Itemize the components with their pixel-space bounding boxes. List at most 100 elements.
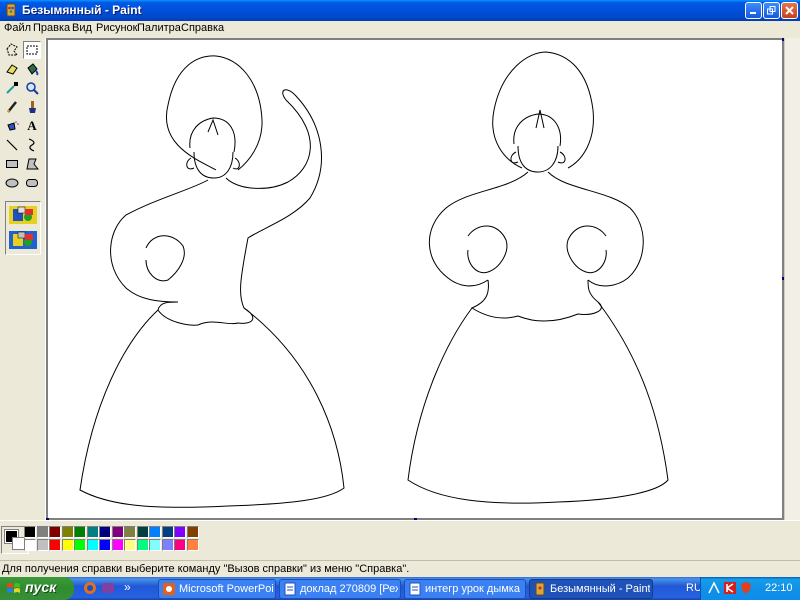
taskbar: пуск » Microsoft PowerPoint ... доклад 2…	[0, 577, 800, 600]
restore-icon	[767, 6, 776, 15]
color-swatch[interactable]	[74, 539, 86, 551]
task-powerpoint[interactable]: Microsoft PowerPoint ...	[158, 579, 276, 599]
menu-help[interactable]: Справка	[181, 22, 224, 34]
clock[interactable]: 22:10	[765, 582, 793, 594]
quicklaunch-chevron[interactable]: »	[124, 580, 131, 594]
color-swatch[interactable]	[174, 526, 186, 538]
color-swatch[interactable]	[136, 539, 149, 551]
color-swatch[interactable]	[24, 539, 36, 551]
airbrush-icon	[7, 121, 19, 131]
opaque-selection-icon	[9, 206, 37, 224]
magnifier-tool[interactable]	[23, 79, 41, 97]
color-swatch[interactable]	[111, 526, 124, 538]
window-title: Безымянный - Paint	[22, 3, 142, 17]
color-swatch[interactable]	[111, 539, 124, 551]
color-swatch[interactable]	[86, 526, 99, 538]
ellipse-tool[interactable]	[3, 174, 21, 192]
color-swatch[interactable]	[174, 539, 186, 551]
menu-file[interactable]: Файл	[4, 22, 31, 34]
color-swatch[interactable]	[24, 526, 36, 538]
powerpoint-icon	[163, 583, 175, 595]
eraser-tool[interactable]	[3, 60, 21, 78]
polygon-tool[interactable]	[23, 155, 41, 173]
system-tray: 22:10	[700, 577, 800, 600]
color-palette-bar	[0, 520, 800, 560]
task-label: Безымянный - Paint	[550, 583, 650, 595]
close-button[interactable]	[781, 2, 798, 19]
color-swatch[interactable]	[149, 539, 161, 551]
free-select-tool[interactable]	[3, 41, 21, 59]
transparent-selection-icon	[9, 231, 37, 249]
status-bar: Для получения справки выберите команду "…	[0, 560, 800, 577]
rect-select-icon	[26, 45, 38, 55]
minimize-button[interactable]	[745, 2, 762, 19]
close-icon	[785, 6, 794, 15]
word-document-icon	[409, 582, 421, 596]
menu-bar: Файл Правка Вид Рисунок Палитра Справка	[0, 21, 800, 38]
menu-image[interactable]: Рисунок	[96, 22, 138, 34]
status-text: Для получения справки выберите команду "…	[2, 563, 410, 575]
rect-select-tool[interactable]	[23, 41, 41, 59]
rectangle-icon	[6, 160, 18, 168]
task-lesson[interactable]: интегр урок дымка ...	[404, 579, 526, 599]
transparent-off-option[interactable]	[8, 204, 38, 226]
magnifier-icon	[26, 82, 39, 95]
color-swatch[interactable]	[74, 526, 86, 538]
color-swatch[interactable]	[149, 526, 161, 538]
color-swatch[interactable]	[49, 526, 61, 538]
color-swatch[interactable]	[161, 539, 174, 551]
line-tool[interactable]	[3, 136, 21, 154]
line-icon	[6, 139, 18, 151]
color-swatch[interactable]	[86, 539, 99, 551]
quicklaunch-browser-icon[interactable]	[82, 580, 98, 596]
doll-drawing	[79, 51, 669, 508]
free-select-icon	[6, 43, 18, 56]
color-swatch[interactable]	[136, 526, 149, 538]
airbrush-tool[interactable]	[3, 117, 21, 135]
menu-palette[interactable]: Палитра	[137, 22, 181, 34]
brush-tool[interactable]	[23, 98, 41, 116]
curve-tool[interactable]	[23, 136, 41, 154]
task-paint[interactable]: Безымянный - Paint	[529, 579, 653, 599]
color-swatch[interactable]	[36, 539, 49, 551]
pencil-icon	[7, 101, 17, 113]
menu-edit[interactable]: Правка	[33, 22, 70, 34]
color-swatch[interactable]	[99, 539, 111, 551]
eraser-icon	[6, 64, 18, 75]
start-label: пуск	[25, 579, 57, 595]
rounded-rect-icon	[26, 179, 38, 187]
color-swatch[interactable]	[186, 539, 199, 551]
ellipse-icon	[5, 178, 19, 188]
toolbox: A	[0, 38, 46, 520]
color-swatch[interactable]	[161, 526, 174, 538]
task-document[interactable]: доклад 270809 [Реж...	[279, 579, 401, 599]
color-swatch[interactable]	[61, 539, 74, 551]
color-swatch[interactable]	[124, 526, 136, 538]
color-picker-tool[interactable]	[3, 79, 21, 97]
color-swatch[interactable]	[49, 539, 61, 551]
color-swatch[interactable]	[186, 526, 199, 538]
color-swatch[interactable]	[124, 539, 136, 551]
network-icon[interactable]	[707, 581, 721, 595]
security-icon[interactable]	[739, 581, 753, 595]
drawing-canvas[interactable]	[48, 40, 782, 518]
pencil-tool[interactable]	[3, 98, 21, 116]
quicklaunch-media-icon[interactable]	[100, 580, 116, 596]
fill-tool[interactable]	[23, 60, 41, 78]
rectangle-tool[interactable]	[3, 155, 21, 173]
start-button[interactable]: пуск	[0, 577, 74, 600]
color-swatch[interactable]	[99, 526, 111, 538]
fill-icon	[27, 63, 39, 76]
color-swatch[interactable]	[61, 526, 74, 538]
title-bar[interactable]: Безымянный - Paint	[0, 0, 800, 21]
paint-app-icon	[535, 582, 545, 596]
restore-button[interactable]	[763, 2, 780, 19]
antivirus-icon[interactable]	[723, 581, 737, 595]
text-icon: A	[27, 118, 37, 133]
menu-view[interactable]: Вид	[72, 22, 92, 34]
rounded-rect-tool[interactable]	[23, 174, 41, 192]
transparent-on-option[interactable]	[8, 229, 38, 251]
color-swatch[interactable]	[36, 526, 49, 538]
text-tool[interactable]: A	[23, 117, 41, 135]
vertical-scrollbar[interactable]	[784, 38, 800, 520]
